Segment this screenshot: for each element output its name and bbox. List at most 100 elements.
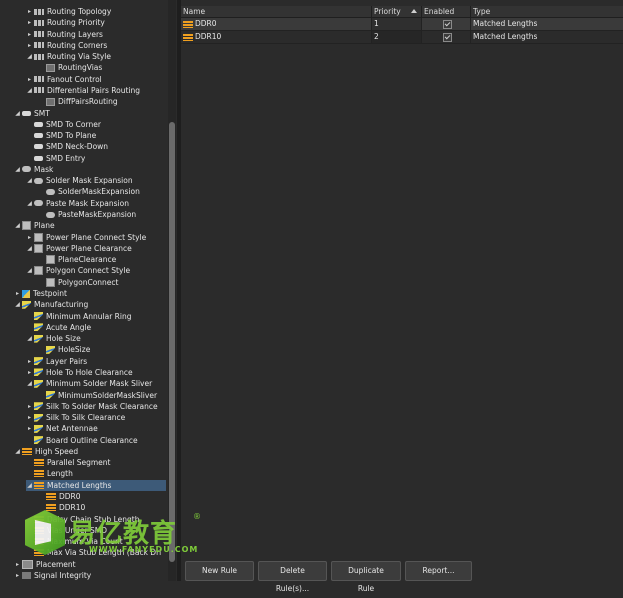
tree-node[interactable]: ◢ Matched Lengths — [26, 479, 166, 491]
table-row[interactable]: DDR0 1 Matched Lengths — [181, 18, 623, 31]
column-header-type[interactable]: Type — [471, 6, 623, 17]
tree-node[interactable]: ◢ Power Plane Clearance — [26, 243, 132, 254]
tree-node[interactable]: HoleSize — [38, 344, 90, 355]
tree-node[interactable]: ▸ Net Antennae — [26, 423, 98, 434]
tree-node[interactable]: ▸ Silk To Solder Mask Clearance — [26, 401, 158, 412]
high-speed-rule-icon — [183, 20, 193, 28]
tree-node[interactable]: ◢ Paste Mask Expansion — [26, 198, 129, 209]
tree-node[interactable]: SMD To Corner — [26, 119, 101, 130]
expand-arrow-icon[interactable]: ▸ — [26, 29, 33, 40]
collapse-arrow-icon[interactable]: ◢ — [26, 333, 33, 344]
collapse-arrow-icon[interactable]: ◢ — [26, 85, 33, 96]
expand-arrow-icon[interactable]: ▸ — [26, 17, 33, 28]
tree-node[interactable]: ◢ Mask — [14, 164, 53, 175]
collapse-arrow-icon[interactable]: ◢ — [26, 175, 33, 186]
tree-node[interactable]: ◢ Minimum Solder Mask Sliver — [26, 378, 152, 389]
tree-node[interactable]: ◢ Manufacturing — [14, 299, 88, 310]
expand-arrow-icon[interactable]: ▸ — [26, 6, 33, 17]
delete-rule-button[interactable]: Delete Rule(s)... — [258, 561, 327, 593]
expand-arrow-icon[interactable]: ▸ — [14, 288, 21, 299]
expand-arrow-icon[interactable]: ▸ — [26, 356, 33, 367]
expand-arrow-icon[interactable]: ▸ — [26, 232, 33, 243]
row-enabled-checkbox[interactable] — [443, 33, 452, 42]
tree-node[interactable]: ▸ Signal Integrity — [14, 570, 91, 581]
report-button[interactable]: Report... — [405, 561, 472, 581]
row-priority[interactable]: 2 — [372, 31, 422, 43]
tree-node-label: SMD To Corner — [46, 119, 101, 129]
tree-node[interactable]: ◢ Differential Pairs Routing — [26, 85, 140, 96]
expand-arrow-icon[interactable]: ▸ — [26, 367, 33, 378]
mfg-rule-icon — [34, 368, 43, 377]
collapse-arrow-icon[interactable]: ◢ — [14, 299, 21, 310]
tree-node[interactable]: SMD To Plane — [26, 130, 96, 141]
tree-node[interactable]: ▸ Routing Topology — [26, 6, 111, 17]
mfg-rule-icon — [34, 379, 43, 388]
collapse-arrow-icon[interactable]: ◢ — [26, 265, 33, 276]
tree-node[interactable]: ◢ High Speed — [14, 446, 78, 457]
tree-node[interactable]: ▸ Power Plane Connect Style — [26, 232, 146, 243]
table-row[interactable]: DDR10 2 Matched Lengths — [181, 31, 623, 44]
expand-arrow-icon[interactable]: ▸ — [26, 412, 33, 423]
expand-arrow-icon[interactable]: ▸ — [26, 401, 33, 412]
route-rule-icon — [34, 53, 44, 60]
column-header-name[interactable]: Name — [181, 6, 372, 17]
collapse-arrow-icon[interactable]: ◢ — [26, 51, 33, 62]
tree-node[interactable]: ▸ Routing Corners — [26, 40, 107, 51]
tree-scrollbar-thumb[interactable] — [169, 122, 175, 562]
tree-node[interactable]: ▸ Hole To Hole Clearance — [26, 367, 133, 378]
tree-node[interactable]: ▸ Silk To Silk Clearance — [26, 412, 125, 423]
signal-rule-icon — [22, 572, 31, 579]
tree-node[interactable]: PolygonConnect — [38, 277, 118, 288]
tree-node[interactable]: Length — [26, 468, 73, 479]
row-priority[interactable]: 1 — [372, 18, 422, 30]
collapse-arrow-icon[interactable]: ◢ — [14, 108, 21, 119]
expand-arrow-icon[interactable]: ▸ — [26, 74, 33, 85]
tree-node-label: Differential Pairs Routing — [47, 85, 141, 95]
collapse-arrow-icon[interactable]: ◢ — [14, 220, 21, 231]
tree-node[interactable]: Parallel Segment — [26, 457, 110, 468]
tree-node[interactable]: ◢ Hole Size — [26, 333, 81, 344]
plane-rule-icon — [34, 266, 43, 276]
tree-node[interactable]: ▸ Testpoint — [14, 288, 67, 299]
collapse-arrow-icon[interactable]: ◢ — [26, 243, 33, 254]
tree-node[interactable]: DDR0 — [38, 491, 81, 502]
expand-arrow-icon[interactable]: ▸ — [26, 40, 33, 51]
tree-node[interactable]: ▸ Routing Layers — [26, 29, 103, 40]
duplicate-rule-button[interactable]: Duplicate Rule — [331, 561, 401, 593]
row-name-cell[interactable]: DDR0 — [181, 18, 372, 30]
tree-node[interactable]: ◢ Polygon Connect Style — [26, 265, 130, 276]
expand-arrow-icon[interactable]: ▸ — [14, 559, 21, 570]
expand-arrow-icon[interactable]: ▸ — [26, 423, 33, 434]
tree-node[interactable]: SolderMaskExpansion — [38, 186, 140, 197]
row-enabled-checkbox[interactable] — [443, 20, 452, 29]
tree-node[interactable]: ▸ Routing Priority — [26, 17, 105, 28]
tree-node[interactable]: SMD Entry — [26, 153, 85, 164]
collapse-arrow-icon[interactable]: ◢ — [26, 480, 33, 491]
tree-node[interactable]: PlaneClearance — [38, 254, 116, 265]
tree-node[interactable]: DiffPairsRouting — [38, 96, 118, 107]
tree-node[interactable]: Minimum Annular Ring — [26, 311, 132, 322]
tree-node[interactable]: MinimumSolderMaskSliver — [38, 390, 157, 401]
tree-node[interactable]: ◢ Routing Via Style — [26, 51, 111, 62]
tree-node[interactable]: ▸ Fanout Control — [26, 74, 102, 85]
column-header-enabled[interactable]: Enabled — [422, 6, 471, 17]
expand-arrow-icon[interactable]: ▸ — [14, 570, 21, 581]
tree-node[interactable]: ◢ Plane — [14, 220, 55, 231]
tree-node[interactable]: ◢ SMT — [14, 108, 50, 119]
tree-node[interactable]: Acute Angle — [26, 322, 91, 333]
tree-node[interactable]: Board Outline Clearance — [26, 435, 138, 446]
tree-node[interactable]: ▸ Layer Pairs — [26, 356, 87, 367]
tree-node-label: Hole Size — [46, 334, 81, 344]
collapse-arrow-icon[interactable]: ◢ — [14, 164, 21, 175]
collapse-arrow-icon[interactable]: ◢ — [26, 198, 33, 209]
tree-scrollbar[interactable] — [168, 0, 176, 581]
collapse-arrow-icon[interactable]: ◢ — [14, 446, 21, 457]
tree-node-label: PlaneClearance — [58, 255, 117, 265]
collapse-arrow-icon[interactable]: ◢ — [26, 378, 33, 389]
tree-node[interactable]: SMD Neck-Down — [26, 141, 108, 152]
row-name-cell[interactable]: DDR10 — [181, 31, 372, 43]
tree-node[interactable]: PasteMaskExpansion — [38, 209, 136, 220]
watermark-logo: 易亿教育 ® WWW.FANYEDU.COM — [25, 510, 205, 565]
tree-node[interactable]: RoutingVias — [38, 62, 102, 73]
tree-node[interactable]: ◢ Solder Mask Expansion — [26, 175, 132, 186]
